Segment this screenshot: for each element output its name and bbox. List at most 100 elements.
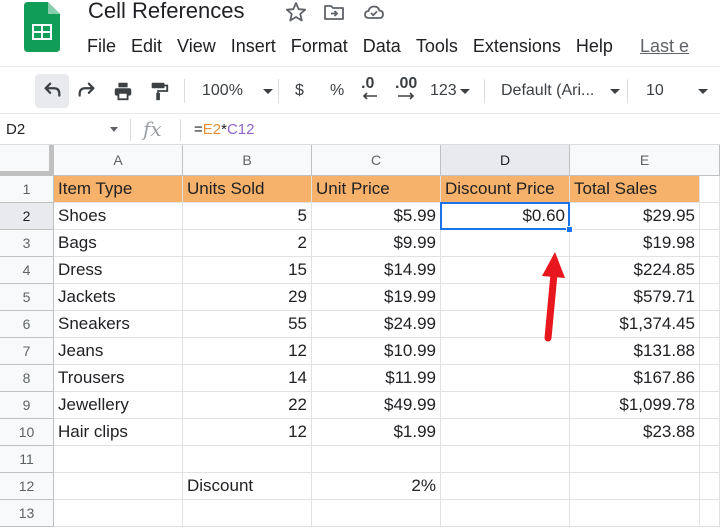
fill-handle[interactable] [566, 226, 573, 233]
cell-c5[interactable]: $19.99 [312, 284, 441, 311]
cell-e4[interactable]: $224.85 [570, 257, 700, 284]
more-formats-button[interactable]: 123 [430, 76, 470, 106]
last-edit-link[interactable]: Last e [640, 36, 689, 56]
cell-a3[interactable]: Bags [54, 230, 183, 257]
row-header-9[interactable]: 9 [0, 392, 54, 419]
menu-insert[interactable]: Insert [231, 36, 276, 56]
row-header-2[interactable]: 2 [0, 203, 54, 230]
cell-b4[interactable]: 15 [183, 257, 312, 284]
paint-format-button[interactable] [148, 76, 170, 106]
cell-c1[interactable]: Unit Price [312, 176, 441, 203]
cell-c7[interactable]: $10.99 [312, 338, 441, 365]
menu-help[interactable]: Help [576, 36, 613, 56]
cell-e9[interactable]: $1,099.78 [570, 392, 700, 419]
cell-a1[interactable]: Item Type [54, 176, 183, 203]
cell-d1[interactable]: Discount Price [441, 176, 570, 203]
cloud-saved-icon[interactable] [362, 0, 386, 24]
document-title[interactable]: Cell References [88, 0, 245, 24]
column-header-d[interactable]: D [441, 145, 570, 176]
column-header-b[interactable]: B [183, 145, 312, 176]
cell-c10[interactable]: $1.99 [312, 419, 441, 446]
decrease-decimal-button[interactable]: .0 [361, 76, 379, 106]
select-all-corner[interactable] [0, 145, 54, 176]
cell-f6[interactable] [700, 311, 720, 338]
column-header-c[interactable]: C [312, 145, 441, 176]
cell-f7[interactable] [700, 338, 720, 365]
cell-d2[interactable]: $0.60 [441, 203, 570, 230]
cell-c13[interactable] [312, 500, 441, 527]
cell-d8[interactable] [441, 365, 570, 392]
column-header-a[interactable]: A [54, 145, 183, 176]
cell-c8[interactable]: $11.99 [312, 365, 441, 392]
menu-tools[interactable]: Tools [416, 36, 458, 56]
cell-b9[interactable]: 22 [183, 392, 312, 419]
cell-a13[interactable] [54, 500, 183, 527]
cell-c6[interactable]: $24.99 [312, 311, 441, 338]
cell-b3[interactable]: 2 [183, 230, 312, 257]
cell-d10[interactable] [441, 419, 570, 446]
cell-f8[interactable] [700, 365, 720, 392]
cell-e6[interactable]: $1,374.45 [570, 311, 700, 338]
sheets-logo-icon[interactable] [24, 2, 60, 52]
cell-b13[interactable] [183, 500, 312, 527]
menu-format[interactable]: Format [291, 36, 348, 56]
font-family-select[interactable]: Default (Ari... [501, 76, 621, 106]
cell-e1[interactable]: Total Sales [570, 176, 700, 203]
cell-b11[interactable] [183, 446, 312, 473]
cell-f13[interactable] [700, 500, 720, 527]
cell-e3[interactable]: $19.98 [570, 230, 700, 257]
row-header-10[interactable]: 10 [0, 419, 54, 446]
cell-b8[interactable]: 14 [183, 365, 312, 392]
row-header-5[interactable]: 5 [0, 284, 54, 311]
cell-f3[interactable] [700, 230, 720, 257]
percent-format-button[interactable]: % [330, 76, 344, 106]
zoom-select[interactable]: 100% [202, 76, 273, 106]
cell-d13[interactable] [441, 500, 570, 527]
chevron-down-icon[interactable] [110, 127, 118, 132]
cell-c12[interactable]: 2% [312, 473, 441, 500]
cell-b6[interactable]: 55 [183, 311, 312, 338]
cell-b7[interactable]: 12 [183, 338, 312, 365]
menu-file[interactable]: File [87, 36, 116, 56]
cell-f11[interactable] [700, 446, 720, 473]
cell-d7[interactable] [441, 338, 570, 365]
cell-b12[interactable]: Discount [183, 473, 312, 500]
cell-b1[interactable]: Units Sold [183, 176, 312, 203]
cell-b10[interactable]: 12 [183, 419, 312, 446]
row-header-12[interactable]: 12 [0, 473, 54, 500]
name-box[interactable]: D2 [6, 121, 25, 138]
cell-a10[interactable]: Hair clips [54, 419, 183, 446]
cell-a4[interactable]: Dress [54, 257, 183, 284]
row-header-4[interactable]: 4 [0, 257, 54, 284]
cell-a2[interactable]: Shoes [54, 203, 183, 230]
row-header-11[interactable]: 11 [0, 446, 54, 473]
formula-input[interactable]: =E2*C12 [194, 121, 255, 138]
currency-format-button[interactable]: $ [295, 76, 304, 106]
cell-f2[interactable] [700, 203, 720, 230]
cell-d11[interactable] [441, 446, 570, 473]
cell-e7[interactable]: $131.88 [570, 338, 700, 365]
cell-d9[interactable] [441, 392, 570, 419]
cell-e2[interactable]: $29.95 [570, 203, 700, 230]
menu-extensions[interactable]: Extensions [473, 36, 561, 56]
cell-e8[interactable]: $167.86 [570, 365, 700, 392]
cell-c2[interactable]: $5.99 [312, 203, 441, 230]
cell-f4[interactable] [700, 257, 720, 284]
row-header-7[interactable]: 7 [0, 338, 54, 365]
cell-f10[interactable] [700, 419, 720, 446]
font-size-select[interactable]: 10 [646, 76, 708, 106]
menu-edit[interactable]: Edit [131, 36, 162, 56]
cell-f5[interactable] [700, 284, 720, 311]
cell-e12[interactable] [570, 473, 700, 500]
cell-e13[interactable] [570, 500, 700, 527]
column-header-e[interactable]: E [570, 145, 720, 176]
row-header-1[interactable]: 1 [0, 176, 54, 203]
cell-c11[interactable] [312, 446, 441, 473]
cell-a6[interactable]: Sneakers [54, 311, 183, 338]
increase-decimal-button[interactable]: .00 [395, 76, 417, 106]
cell-e11[interactable] [570, 446, 700, 473]
cell-e5[interactable]: $579.71 [570, 284, 700, 311]
row-header-13[interactable]: 13 [0, 500, 54, 527]
cell-d12[interactable] [441, 473, 570, 500]
cell-a5[interactable]: Jackets [54, 284, 183, 311]
